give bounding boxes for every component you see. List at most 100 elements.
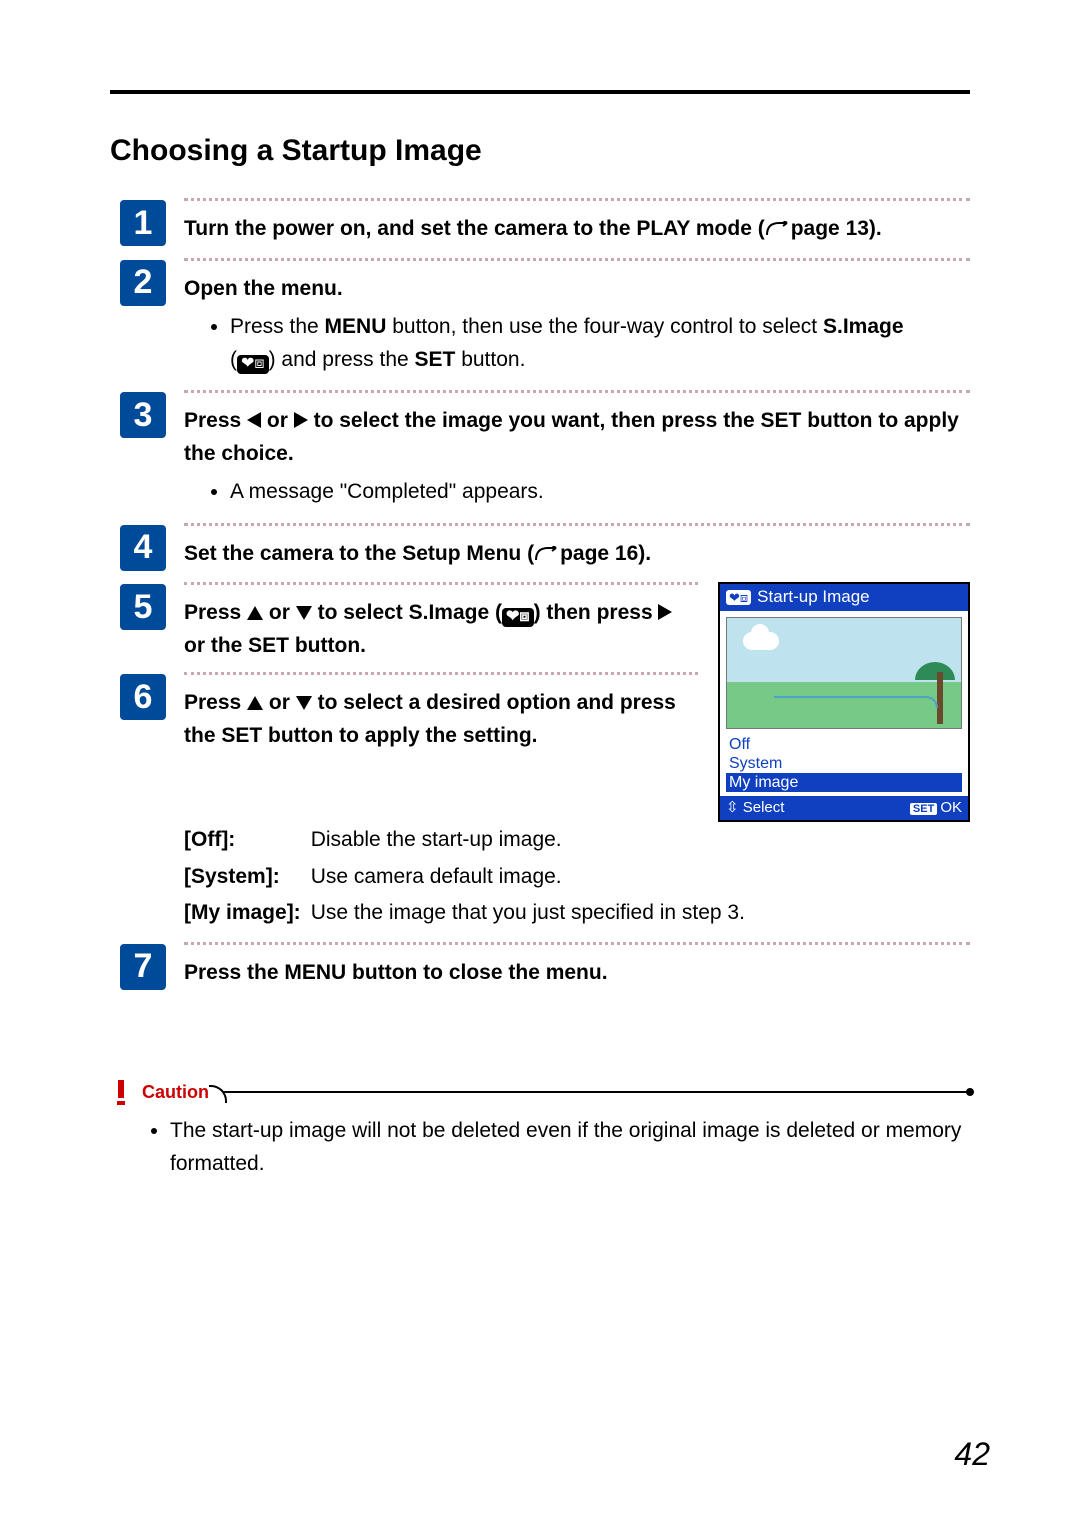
step2-bullet: Press the MENU button, then use the four… [230, 311, 970, 376]
t: ) and press the [269, 348, 415, 371]
t: ( [230, 348, 237, 371]
step3-bullet: A message "Completed" appears. [230, 476, 970, 509]
left-arrow-icon [247, 412, 261, 428]
table-row: [System]: Use camera default image. [184, 859, 755, 896]
step-5: 5 Press or to select S.Image (❤︎︎⧈) then… [120, 582, 698, 662]
step-body: Press or to select S.Image (❤︎︎⧈) then p… [184, 582, 698, 662]
t: or the SET button. [184, 634, 366, 657]
page: Choosing a Startup Image 1 Turn the powe… [0, 0, 1080, 1527]
caution-label: Caution [142, 1082, 209, 1103]
page-number: 42 [954, 1436, 990, 1473]
set-chip: SET [910, 803, 937, 815]
lcd-screenshot: ❤︎︎⧈ Start-up Image Off System My image [718, 582, 970, 822]
caution-header: Caution [110, 1080, 970, 1105]
up-arrow-icon [247, 696, 263, 710]
updown-icon: ⇳ [726, 799, 739, 816]
heart-camera-icon: ❤︎︎⧈ [502, 608, 534, 627]
lcd-option-off: Off [726, 735, 962, 754]
table-row: [Off]: Disable the start-up image. [184, 822, 755, 859]
divider [184, 582, 698, 585]
heart-camera-icon: ❤︎︎⧈ [237, 355, 269, 374]
lcd-option-myimage: My image [726, 773, 962, 792]
step6-defs-body: [Off]: Disable the start-up image. [Syst… [184, 816, 970, 932]
caution-bullet: The start-up image will not be deleted e… [170, 1115, 970, 1180]
lcd-preview-image [726, 617, 962, 729]
t: page 16). [560, 542, 651, 565]
divider [184, 942, 970, 945]
def-val-off: Disable the start-up image. [311, 822, 755, 859]
step-number: 1 [120, 200, 166, 246]
lcd-select: ⇳ Select [726, 799, 784, 817]
step1-text-a: Turn the power on, and set the camera to… [184, 217, 765, 240]
step7-text: Press the MENU button to close the menu. [184, 961, 608, 984]
step-body: Press or to select the image you want, t… [184, 390, 970, 513]
def-val-myimage: Use the image that you just specified in… [311, 895, 755, 932]
step3-line: Press or to select the image you want, t… [184, 405, 970, 470]
step-6: 6 Press or to select a desired option an… [120, 672, 698, 752]
steps: 1 Turn the power on, and set the camera … [120, 198, 970, 990]
cloud-icon [743, 632, 779, 650]
t: Press [184, 601, 247, 624]
t: button. [455, 348, 525, 371]
step-body: Open the menu. Press the MENU button, th… [184, 258, 970, 381]
t: Press [184, 409, 247, 432]
set-word: SET [415, 348, 456, 371]
heart-icon: ❤︎︎⧈ [726, 590, 751, 606]
t: Select [743, 799, 785, 816]
caution-block: Caution The start-up image will not be d… [110, 1080, 970, 1180]
step-body: Press the MENU button to close the menu. [184, 942, 970, 990]
down-arrow-icon [296, 606, 312, 620]
reference-icon [765, 215, 791, 248]
def-key-system: [System]: [184, 859, 311, 896]
lcd-ok: SETOK [910, 799, 962, 817]
step-number: 6 [120, 674, 166, 720]
right-arrow-icon [294, 412, 308, 428]
lcd-option-system: System [726, 754, 962, 773]
top-rule [110, 90, 970, 94]
option-definitions: [Off]: Disable the start-up image. [Syst… [184, 822, 755, 932]
content: Choosing a Startup Image 1 Turn the powe… [70, 134, 1010, 990]
caution-text: The start-up image will not be deleted e… [110, 1115, 970, 1180]
wave-icon [774, 696, 938, 708]
t: button, then use the four-way control to… [386, 315, 823, 338]
t: OK [940, 799, 962, 816]
step-number: 7 [120, 944, 166, 990]
def-val-system: Use camera default image. [311, 859, 755, 896]
simage-word: S.Image [823, 315, 904, 338]
right-arrow-icon [658, 604, 672, 620]
down-arrow-icon [296, 696, 312, 710]
page-title: Choosing a Startup Image [110, 134, 970, 168]
steps-5-6-row: 5 Press or to select S.Image (❤︎︎⧈) then… [120, 582, 970, 822]
step2-heading: Open the menu. [184, 273, 970, 306]
table-row: [My image]: Use the image that you just … [184, 895, 755, 932]
t: or [269, 691, 296, 714]
step-7: 7 Press the MENU button to close the men… [120, 942, 970, 990]
divider [184, 198, 970, 201]
step6-line: Press or to select a desired option and … [184, 687, 698, 752]
caution-rule [223, 1091, 970, 1093]
up-arrow-icon [247, 606, 263, 620]
step-number: 4 [120, 525, 166, 571]
step-number: 2 [120, 260, 166, 306]
lcd-title: Start-up Image [757, 587, 869, 607]
step-4: 4 Set the camera to the Setup Menu (page… [120, 523, 970, 573]
step-2: 2 Open the menu. Press the MENU button, … [120, 258, 970, 381]
reference-icon [534, 540, 560, 573]
divider [184, 258, 970, 261]
step-body: Turn the power on, and set the camera to… [184, 198, 970, 248]
step-number: 3 [120, 392, 166, 438]
step-body: Press or to select a desired option and … [184, 672, 698, 752]
t: to select S.Image ( [318, 601, 502, 624]
divider [184, 672, 698, 675]
step5-line: Press or to select S.Image (❤︎︎⧈) then p… [184, 597, 698, 662]
step-number: 5 [120, 584, 166, 630]
step-3: 3 Press or to select the image you want,… [120, 390, 970, 513]
divider [184, 390, 970, 393]
menu-word: MENU [325, 315, 387, 338]
step-body: Set the camera to the Setup Menu (page 1… [184, 523, 970, 573]
def-key-off: [Off]: [184, 822, 311, 859]
lcd-title-bar: ❤︎︎⧈ Start-up Image [720, 584, 968, 610]
caution-icon [110, 1080, 132, 1105]
palm-trunk-icon [937, 672, 943, 724]
def-key-myimage: [My image]: [184, 895, 311, 932]
